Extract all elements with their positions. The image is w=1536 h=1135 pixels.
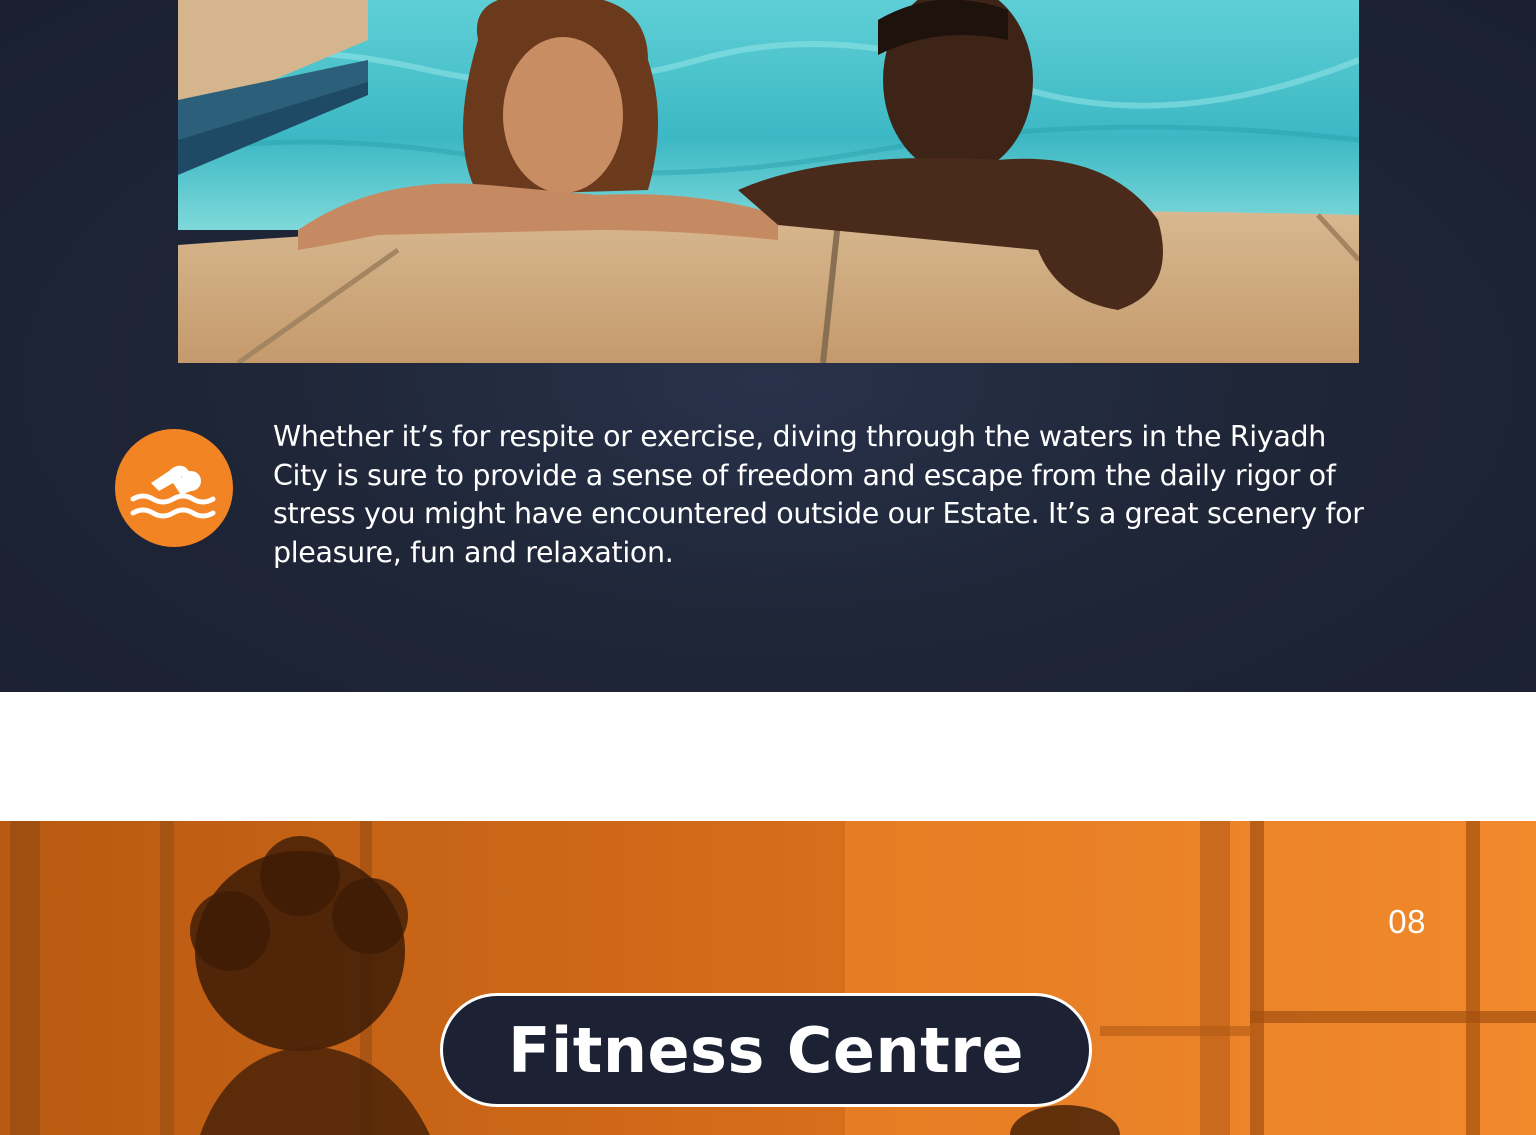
swimming-icon xyxy=(130,465,216,519)
fitness-centre-section: 08 Fitness Centre xyxy=(0,821,1536,1135)
swimming-pool-section: Whether it’s for respite or exercise, di… xyxy=(0,0,1536,692)
swimming-icon-badge xyxy=(115,429,233,547)
page: Whether it’s for respite or exercise, di… xyxy=(0,0,1536,1135)
pool-photo xyxy=(178,0,1359,363)
page-number: 08 xyxy=(1388,903,1426,940)
section-title: Fitness Centre xyxy=(508,1013,1024,1087)
section-spacer xyxy=(0,692,1536,821)
pool-description: Whether it’s for respite or exercise, di… xyxy=(273,420,1364,569)
section-title-pill: Fitness Centre xyxy=(440,993,1092,1107)
